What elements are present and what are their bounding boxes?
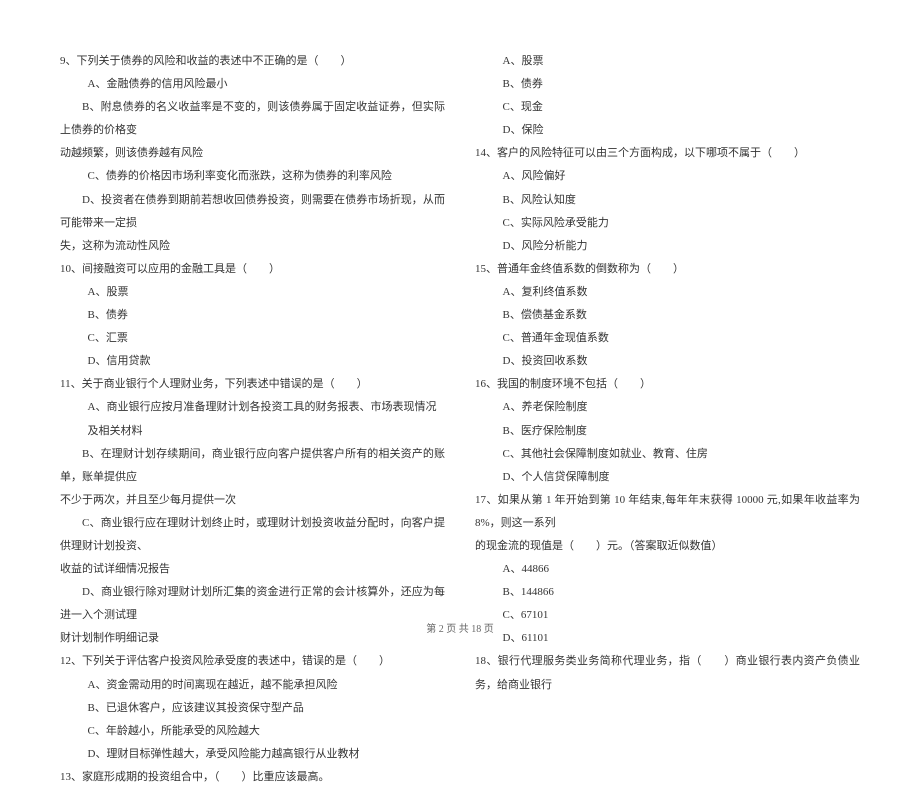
q15-option-b: B、偿债基金系数: [475, 304, 860, 327]
q13-option-c: C、现金: [475, 96, 860, 119]
q14-option-c: C、实际风险承受能力: [475, 212, 860, 235]
page-number: 第 2 页 共 18 页: [426, 624, 494, 635]
q9-option-c: C、债券的价格因市场利率变化而涨跌，这称为债券的利率风险: [60, 165, 445, 188]
question-15: 15、普通年金终值系数的倒数称为（ ） A、复利终值系数 B、偿债基金系数 C、…: [475, 258, 860, 373]
q9-text: 9、下列关于债券的风险和收益的表述中不正确的是（ ）: [60, 50, 445, 73]
q13-text: 13、家庭形成期的投资组合中，（ ）比重应该最高。: [60, 766, 445, 789]
q11-text: 11、关于商业银行个人理财业务，下列表述中错误的是（ ）: [60, 373, 445, 396]
q9-option-a: A、金融债券的信用风险最小: [60, 73, 445, 96]
q10-option-c: C、汇票: [60, 327, 445, 350]
question-14: 14、客户的风险特征可以由三个方面构成，以下哪项不属于（ ） A、风险偏好 B、…: [475, 142, 860, 257]
q14-text: 14、客户的风险特征可以由三个方面构成，以下哪项不属于（ ）: [475, 142, 860, 165]
left-column: 9、下列关于债券的风险和收益的表述中不正确的是（ ） A、金融债券的信用风险最小…: [60, 50, 445, 590]
q17-text: 17、如果从第 1 年开始到第 10 年结束,每年年末获得 10000 元,如果…: [475, 489, 860, 535]
q11-option-c-cont: 收益的试详细情况报告: [60, 558, 445, 581]
q12-option-b: B、已退休客户，应该建议其投资保守型产品: [60, 697, 445, 720]
document-content: 9、下列关于债券的风险和收益的表述中不正确的是（ ） A、金融债券的信用风险最小…: [60, 50, 860, 590]
q10-option-d: D、信用贷款: [60, 350, 445, 373]
q9-option-b: B、附息债券的名义收益率是不变的，则该债券属于固定收益证券，但实际上债券的价格变: [60, 96, 445, 142]
question-13-options: A、股票 B、债券 C、现金 D、保险: [475, 50, 860, 142]
q13-option-a: A、股票: [475, 50, 860, 73]
question-9: 9、下列关于债券的风险和收益的表述中不正确的是（ ） A、金融债券的信用风险最小…: [60, 50, 445, 258]
q17-option-b: B、144866: [475, 581, 860, 604]
q16-text: 16、我国的制度环境不包括（ ）: [475, 373, 860, 396]
q16-option-b: B、医疗保险制度: [475, 420, 860, 443]
q17-option-a: A、44866: [475, 558, 860, 581]
q9-option-d: D、投资者在债券到期前若想收回债券投资，则需要在债券市场折现，从而可能带来一定损: [60, 189, 445, 235]
q12-text: 12、下列关于评估客户投资风险承受度的表述中，错误的是（ ）: [60, 650, 445, 673]
question-16: 16、我国的制度环境不包括（ ） A、养老保险制度 B、医疗保险制度 C、其他社…: [475, 373, 860, 488]
q13-option-d: D、保险: [475, 119, 860, 142]
q12-option-a: A、资金需动用的时间离现在越近，越不能承担风险: [60, 674, 445, 697]
q14-option-a: A、风险偏好: [475, 165, 860, 188]
q11-option-b-cont: 不少于两次，并且至少每月提供一次: [60, 489, 445, 512]
q11-option-c: C、商业银行应在理财计划终止时，或理财计划投资收益分配时，向客户提供理财计划投资…: [60, 512, 445, 558]
q11-option-b: B、在理财计划存续期间，商业银行应向客户提供客户所有的相关资产的账单，账单提供应: [60, 443, 445, 489]
q13-option-b: B、债券: [475, 73, 860, 96]
q11-option-a: A、商业银行应按月准备理财计划各投资工具的财务报表、市场表现情况及相关材料: [60, 396, 445, 442]
question-10: 10、间接融资可以应用的金融工具是（ ） A、股票 B、债券 C、汇票 D、信用…: [60, 258, 445, 373]
q14-option-d: D、风险分析能力: [475, 235, 860, 258]
right-column: A、股票 B、债券 C、现金 D、保险 14、客户的风险特征可以由三个方面构成，…: [475, 50, 860, 590]
q18-text: 18、银行代理服务类业务简称代理业务，指（ ）商业银行表内资产负债业务，给商业银…: [475, 650, 860, 696]
q17-text-cont: 的现金流的现值是（ ）元。（答案取近似数值）: [475, 535, 860, 558]
q12-option-c: C、年龄越小，所能承受的风险越大: [60, 720, 445, 743]
q9-option-d-cont: 失，这称为流动性风险: [60, 235, 445, 258]
q15-option-c: C、普通年金现值系数: [475, 327, 860, 350]
q10-text: 10、间接融资可以应用的金融工具是（ ）: [60, 258, 445, 281]
q15-option-a: A、复利终值系数: [475, 281, 860, 304]
q15-option-d: D、投资回收系数: [475, 350, 860, 373]
q16-option-c: C、其他社会保障制度如就业、教育、住房: [475, 443, 860, 466]
q9-option-b-cont: 动越频繁，则该债券越有风险: [60, 142, 445, 165]
question-12: 12、下列关于评估客户投资风险承受度的表述中，错误的是（ ） A、资金需动用的时…: [60, 650, 445, 765]
q12-option-d: D、理财目标弹性越大，承受风险能力越高银行从业教材: [60, 743, 445, 766]
page-footer: 第 2 页 共 18 页: [0, 620, 920, 635]
q10-option-a: A、股票: [60, 281, 445, 304]
q15-text: 15、普通年金终值系数的倒数称为（ ）: [475, 258, 860, 281]
question-11: 11、关于商业银行个人理财业务，下列表述中错误的是（ ） A、商业银行应按月准备…: [60, 373, 445, 650]
q16-option-a: A、养老保险制度: [475, 396, 860, 419]
q16-option-d: D、个人信贷保障制度: [475, 466, 860, 489]
q10-option-b: B、债券: [60, 304, 445, 327]
question-18: 18、银行代理服务类业务简称代理业务，指（ ）商业银行表内资产负债业务，给商业银…: [475, 650, 860, 696]
question-13: 13、家庭形成期的投资组合中，（ ）比重应该最高。: [60, 766, 445, 789]
q14-option-b: B、风险认知度: [475, 189, 860, 212]
